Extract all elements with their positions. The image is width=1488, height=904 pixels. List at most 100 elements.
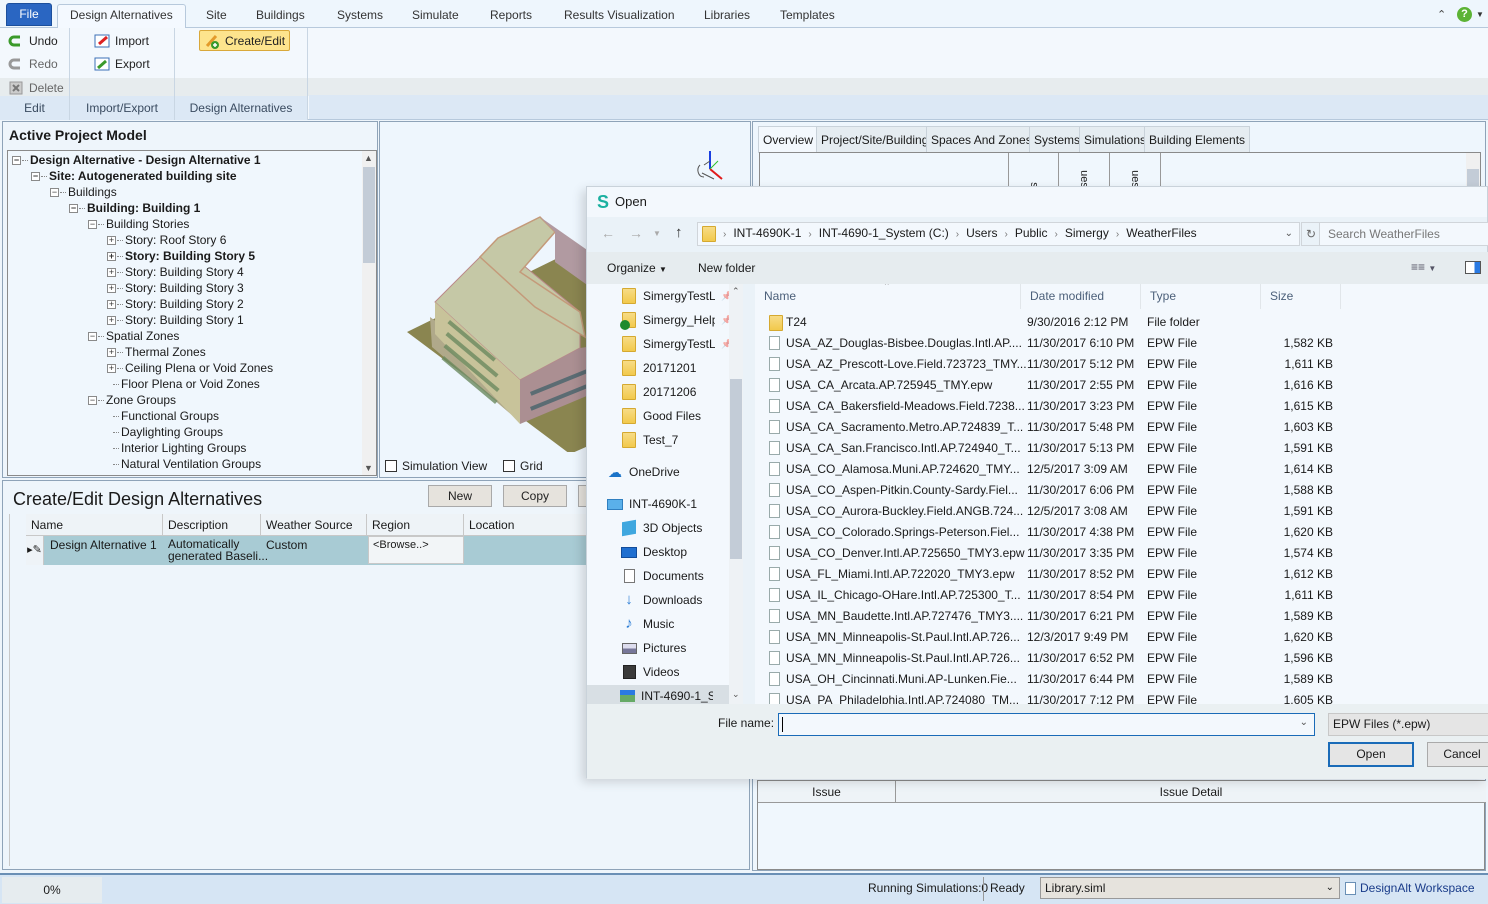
column-header-date[interactable]: Date modified (1021, 284, 1141, 309)
file-row[interactable]: USA_AZ_Douglas-Bisbee.Douglas.Intl.AP...… (755, 333, 1488, 354)
simulation-view-checkbox[interactable] (385, 460, 397, 472)
chevron-right-icon[interactable]: › (1055, 229, 1058, 240)
dialog-title-bar[interactable]: S Open (587, 187, 1487, 217)
nav-item[interactable]: Simergy_Help 📌 (620, 309, 732, 331)
file-row[interactable]: USA_AZ_Prescott-Love.Field.723723_TMY...… (755, 354, 1488, 375)
back-icon[interactable]: ← (601, 225, 615, 241)
file-row[interactable]: USA_CO_Colorado.Springs-Peterson.Fiel...… (755, 522, 1488, 543)
new-button[interactable]: New (428, 485, 492, 507)
import-button[interactable]: Import (94, 31, 149, 51)
tree-node[interactable]: Interior Lighting Groups (107, 440, 246, 456)
tab-reports[interactable]: Reports (478, 5, 544, 28)
nav-item[interactable]: SimergyTestL 📌 (621, 333, 732, 355)
export-button[interactable]: Export (94, 54, 150, 74)
chevron-right-icon[interactable]: › (1116, 229, 1119, 240)
column-header[interactable]: Issue (758, 781, 896, 803)
tree-node[interactable]: + Story: Building Story 2 (107, 296, 244, 312)
column-header[interactable]: Issue Detail (896, 781, 1486, 803)
breadcrumb-item[interactable]: Public (1015, 226, 1048, 240)
expand-icon[interactable]: + (107, 299, 116, 309)
tab-file[interactable]: File (6, 3, 52, 26)
address-dropdown-icon[interactable]: ⌄ (1285, 223, 1293, 245)
nav-item[interactable]: 20171206 (621, 381, 696, 403)
tree-node[interactable]: Functional Groups (107, 408, 219, 424)
file-row[interactable]: USA_CO_Denver.Intl.AP.725650_TMY3.epw 11/… (755, 543, 1488, 564)
view-options-icon[interactable]: ≡≡ ▼ (1411, 260, 1436, 274)
chevron-right-icon[interactable]: › (1004, 229, 1007, 240)
tree-node[interactable]: − Building Stories (88, 216, 189, 232)
undo-button[interactable]: Undo (8, 31, 58, 51)
column-header[interactable]: Description (163, 514, 261, 536)
tree-scrollbar[interactable]: ▲ ▼ (362, 151, 376, 475)
cell-name[interactable]: Design Alternative 1 (50, 538, 157, 552)
tab-design-alternatives[interactable]: Design Alternatives (57, 4, 186, 28)
tree-node[interactable]: − Building: Building 1 (69, 200, 200, 216)
file-name-dropdown-icon[interactable]: ⌄ (1300, 717, 1308, 728)
column-header[interactable]: Name (26, 514, 163, 536)
file-type-select[interactable]: EPW Files (*.epw) (1328, 713, 1488, 736)
grid-checkbox[interactable] (503, 460, 515, 472)
column-header-size[interactable]: Size (1261, 284, 1341, 309)
tab-libraries[interactable]: Libraries (692, 5, 762, 28)
collapse-icon[interactable]: − (31, 171, 40, 181)
collapse-icon[interactable]: − (69, 203, 78, 213)
tab-buildings[interactable]: Buildings (244, 5, 317, 28)
file-row[interactable]: USA_CA_Sacramento.Metro.AP.724839_T... 11… (755, 417, 1488, 438)
recent-locations-icon[interactable]: ▼ (653, 229, 661, 238)
file-row[interactable]: USA_PA_Philadelphia.Intl.AP.724080_TM...… (755, 690, 1488, 704)
collapse-icon[interactable]: − (88, 331, 97, 341)
breadcrumb-item[interactable]: INT-4690K-1 (733, 226, 801, 240)
nav-item[interactable]: Documents (621, 565, 704, 587)
file-row[interactable]: USA_CA_Arcata.AP.725945_TMY.epw 11/30/201… (755, 375, 1488, 396)
scrollbar-thumb[interactable] (730, 379, 742, 559)
nav-item[interactable]: Desktop (621, 541, 687, 563)
tab-simulations[interactable]: Simulations (1079, 126, 1152, 152)
column-header-type[interactable]: Type (1141, 284, 1261, 309)
file-row[interactable]: USA_MN_Minneapolis-St.Paul.Intl.AP.726..… (755, 648, 1488, 669)
nav-item[interactable]: 20171201 (621, 357, 696, 379)
tree-node[interactable]: + Ceiling Plena or Void Zones (107, 360, 273, 376)
tree-node[interactable]: − Spatial Zones (88, 328, 179, 344)
breadcrumb-item[interactable]: Simergy (1065, 226, 1109, 240)
expand-icon[interactable]: + (107, 363, 116, 373)
simulation-view-toggle[interactable]: Simulation View (385, 459, 487, 473)
up-icon[interactable]: ↑ (675, 224, 683, 241)
organize-menu[interactable]: Organize ▼ (607, 261, 667, 275)
nav-item[interactable]: ☁ OneDrive (607, 461, 680, 483)
help-dropdown-icon[interactable]: ▼ (1476, 10, 1484, 19)
folder-row[interactable]: T24 9/30/2016 2:12 PM File folder (755, 312, 1488, 333)
chevron-right-icon[interactable]: › (808, 229, 811, 240)
breadcrumb-item[interactable]: INT-4690-1_System (C:) (819, 226, 949, 240)
nav-item[interactable]: 3D Objects (621, 517, 702, 539)
axis-gizmo-icon[interactable] (692, 147, 728, 188)
file-row[interactable]: USA_CO_Aurora-Buckley.Field.ANGB.724... 1… (755, 501, 1488, 522)
nav-item[interactable]: ↓ Downloads (621, 589, 702, 611)
scroll-down-icon[interactable]: ▼ (364, 463, 373, 473)
file-row[interactable]: USA_MN_Minneapolis-St.Paul.Intl.AP.726..… (755, 627, 1488, 648)
create-edit-button[interactable]: Create/Edit (199, 30, 291, 51)
scroll-up-icon[interactable]: ▲ (364, 153, 373, 163)
expand-icon[interactable]: + (107, 283, 116, 293)
tree-node[interactable]: + Story: Building Story 5 (107, 248, 255, 264)
tree-node[interactable]: − Buildings (50, 184, 117, 200)
redo-button[interactable]: Redo (8, 54, 58, 74)
breadcrumb-item[interactable]: Users (966, 226, 997, 240)
region-browse-button[interactable]: <Browse..> (368, 536, 464, 564)
tree-node[interactable]: + Story: Building Story 4 (107, 264, 244, 280)
tab-templates[interactable]: Templates (768, 5, 847, 28)
tree-node[interactable]: + Thermal Zones (107, 344, 206, 360)
workspace-link[interactable]: DesignAlt Workspace (1360, 881, 1475, 895)
tree-node[interactable]: + Story: Building Story 1 (107, 312, 244, 328)
breadcrumb-item[interactable]: WeatherFiles (1126, 226, 1196, 240)
column-header[interactable]: Weather Source (261, 514, 367, 536)
expand-icon[interactable]: + (107, 315, 116, 325)
nav-item[interactable]: Good Files (621, 405, 701, 427)
address-bar[interactable]: › INT-4690K-1 › INT-4690-1_System (C:) › User… (697, 222, 1300, 246)
tab-site[interactable]: Site (194, 5, 239, 28)
nav-item[interactable]: Videos (621, 661, 679, 683)
tree-node[interactable]: Daylighting Groups (107, 424, 223, 440)
tree-node[interactable]: Natural Ventilation Groups (107, 456, 261, 472)
file-row[interactable]: USA_FL_Miami.Intl.AP.722020_TMY3.epw 11/3… (755, 564, 1488, 585)
nav-scrollbar[interactable]: ⌃ ⌄ (729, 284, 743, 704)
tab-overview[interactable]: Overview (758, 126, 819, 153)
